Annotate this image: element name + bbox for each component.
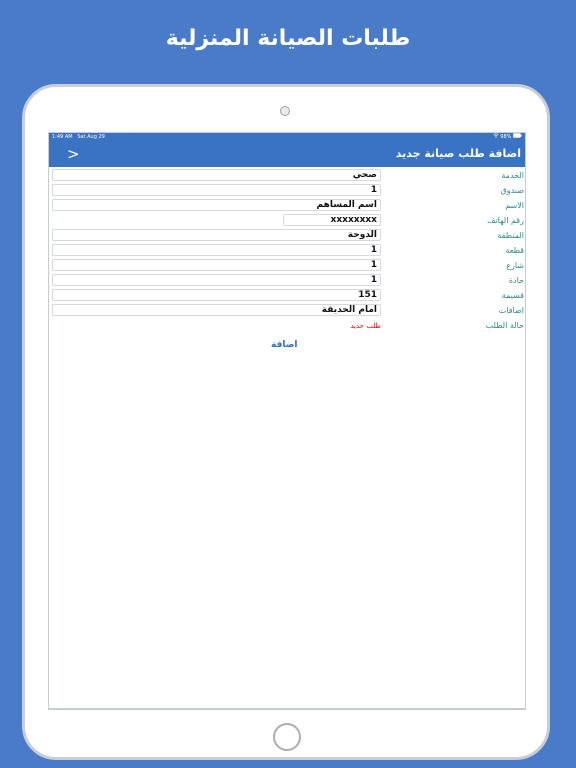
home-button[interactable] [273, 723, 301, 751]
block-field[interactable]: 1 [52, 244, 381, 256]
avenue-label: جادة [508, 276, 524, 285]
form-row-service: الخدمة صحي [49, 169, 525, 184]
name-label: الاسم [505, 201, 524, 210]
form-row-plot: قسيمة 151 [49, 289, 525, 304]
add-button[interactable]: اضافة [271, 340, 298, 350]
box-label: صندوق [500, 186, 524, 195]
navigation-bar: > اضافة طلب صيانة جديد [49, 141, 525, 167]
name-field[interactable]: اسم المساهم [52, 199, 381, 211]
form-row-name: الاسم اسم المساهم [49, 199, 525, 214]
plot-label: قسيمة [501, 291, 524, 300]
status-bar: 1:49 AM Sat Aug 29 98% [49, 133, 525, 141]
phone-field[interactable]: xxxxxxxx [283, 214, 381, 226]
plot-field[interactable]: 151 [52, 289, 381, 301]
phone-label: رقم الهاتف [487, 216, 524, 225]
service-field[interactable]: صحي [52, 169, 381, 181]
promo-headline: طلبات الصيانة المنزلية [165, 26, 411, 51]
form-row-phone: رقم الهاتف xxxxxxxx [49, 214, 525, 229]
area-label: المنطقة [497, 231, 524, 240]
additions-label: اضافات [498, 306, 524, 315]
area-field[interactable]: الدوحة [52, 229, 381, 241]
bottom-divider [49, 708, 525, 709]
form-row-block: قطعة 1 [49, 244, 525, 259]
battery-percent: 98% [500, 134, 512, 140]
maintenance-request-form: الخدمة صحي صندوق 1 الاسم اسم المساهم رقم… [49, 169, 525, 334]
form-row-street: شارع 1 [49, 259, 525, 274]
camera-icon [280, 106, 290, 116]
service-label: الخدمة [501, 171, 524, 180]
block-label: قطعة [505, 246, 524, 255]
avenue-field[interactable]: 1 [52, 274, 381, 286]
street-field[interactable]: 1 [52, 259, 381, 271]
status-time-date: 1:49 AM Sat Aug 29 [52, 133, 105, 141]
additions-field[interactable]: امام الحديقة [52, 304, 381, 316]
back-button[interactable]: > [67, 141, 80, 167]
battery-icon [513, 133, 522, 140]
box-field[interactable]: 1 [52, 184, 381, 196]
app-screen: 1:49 AM Sat Aug 29 98% > اضافة طلب صيانة… [48, 132, 526, 710]
status-date: Sat Aug 29 [77, 134, 105, 140]
form-row-avenue: جادة 1 [49, 274, 525, 289]
form-row-additions: اضافات امام الحديقة [49, 304, 525, 319]
request-status-label: حالة الطلب [485, 321, 524, 330]
form-row-area: المنطقة الدوحة [49, 229, 525, 244]
status-indicators: 98% [492, 133, 522, 141]
form-row-box: صندوق 1 [49, 184, 525, 199]
status-time: 1:49 AM [52, 134, 73, 140]
street-label: شارع [506, 261, 524, 270]
request-status-value: طلب جديد [350, 322, 381, 330]
page-title: اضافة طلب صيانة جديد [395, 147, 521, 160]
form-row-status: حالة الطلب طلب جديد [49, 319, 525, 334]
